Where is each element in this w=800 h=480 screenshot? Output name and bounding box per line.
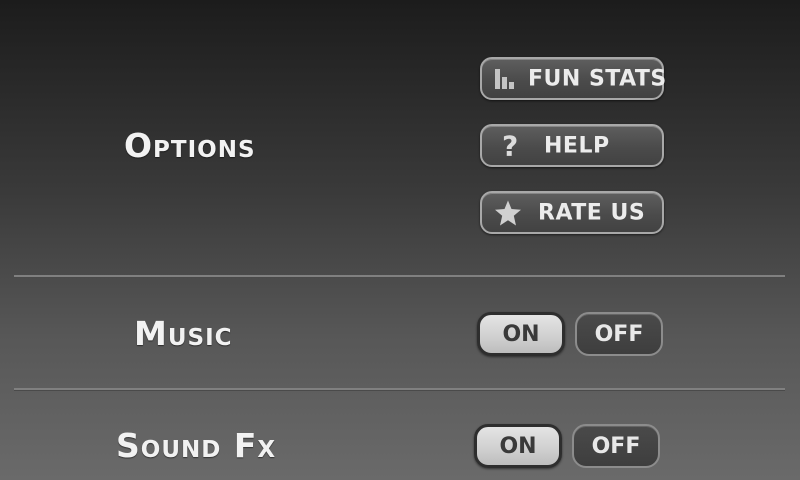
section-divider: [14, 388, 785, 391]
rate-us-label: RATE US: [538, 200, 646, 225]
fun-stats-button[interactable]: FUN STATS: [480, 57, 667, 100]
rate-us-button[interactable]: RATE US: [480, 191, 664, 234]
star-icon: [494, 199, 522, 226]
music-off-toggle[interactable]: OFF: [575, 312, 663, 356]
music-on-toggle[interactable]: ON: [477, 312, 565, 356]
sound-fx-off-toggle[interactable]: OFF: [572, 424, 660, 468]
options-screen: Options FUN STATS ? HELP RATE US Music O…: [0, 0, 800, 480]
sound-fx-on-toggle[interactable]: ON: [474, 424, 562, 468]
options-heading: Options: [124, 126, 256, 165]
question-mark-icon: ?: [502, 129, 519, 162]
help-label: HELP: [544, 133, 610, 158]
sound-fx-heading: Sound Fx: [116, 426, 277, 465]
music-heading: Music: [134, 314, 233, 353]
bar-chart-icon: [494, 68, 518, 90]
help-button[interactable]: ? HELP: [480, 124, 664, 167]
fun-stats-label: FUN STATS: [528, 66, 667, 91]
section-divider: [14, 275, 785, 278]
